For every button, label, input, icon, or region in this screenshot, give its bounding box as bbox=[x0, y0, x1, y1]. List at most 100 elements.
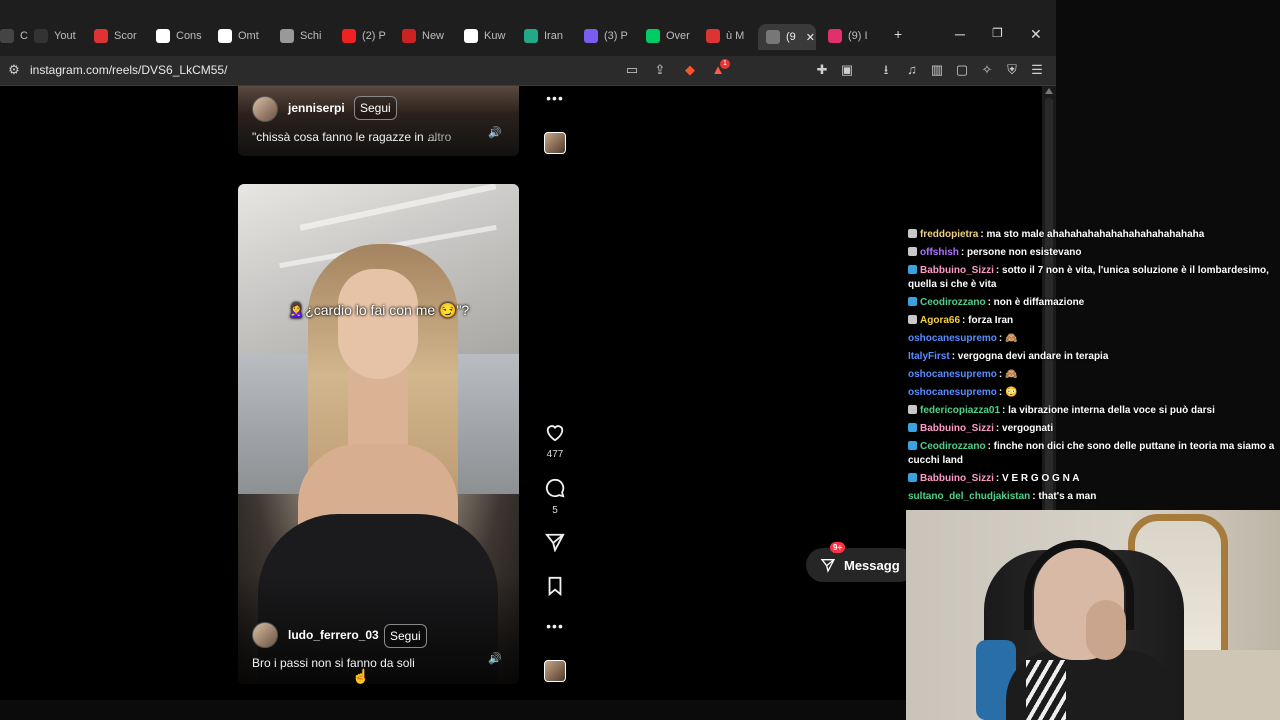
comment-button[interactable]: 5 bbox=[540, 478, 570, 516]
chat-username: offshish bbox=[920, 247, 959, 258]
tab-label: Schi bbox=[300, 30, 322, 42]
browser-tab[interactable]: (9 ✕ bbox=[758, 24, 816, 50]
chat-text: : that's a man bbox=[1032, 491, 1097, 502]
browser-tab[interactable]: ù M bbox=[706, 22, 758, 50]
reel-username[interactable]: jenniserpi bbox=[288, 101, 345, 115]
chat-message: freddopietra: ma sto male ahahahahahahah… bbox=[906, 226, 1280, 244]
like-count: 477 bbox=[546, 449, 564, 460]
tab-favicon-icon bbox=[766, 30, 780, 44]
browser-tab[interactable]: (3) P bbox=[584, 22, 636, 50]
chat-text: : persone non esistevano bbox=[960, 247, 1082, 258]
audio-thumbnail[interactable] bbox=[544, 132, 566, 154]
tab-favicon-icon bbox=[156, 29, 170, 43]
chat-username: sultano_del_chudjakistan bbox=[908, 491, 1031, 502]
reel-previous[interactable]: jenniserpi Segui "chissà cosa fanno le r… bbox=[238, 86, 519, 156]
tab-label: Cons bbox=[176, 30, 202, 42]
chat-message: ItalyFirst: vergogna devi andare in tera… bbox=[906, 348, 1280, 366]
sound-icon[interactable]: 🔊 bbox=[488, 652, 502, 666]
chat-message: sultano_del_chudjakistan: that's a man bbox=[906, 488, 1280, 506]
messages-button[interactable]: 9+ Messagg bbox=[806, 542, 916, 582]
instagram-reels-page: jenniserpi Segui "chissà cosa fanno le r… bbox=[0, 86, 1042, 700]
browser-tab[interactable]: Yout bbox=[34, 22, 86, 50]
browser-tab[interactable]: Schi bbox=[280, 22, 332, 50]
chat-username: federicopiazza01 bbox=[920, 405, 1001, 416]
comment-icon bbox=[545, 478, 565, 498]
scroll-up-icon[interactable] bbox=[1045, 88, 1053, 94]
tab-label: Omt bbox=[238, 30, 259, 42]
chat-badge-icon bbox=[908, 247, 917, 256]
chat-username: freddopietra bbox=[920, 229, 979, 240]
audio-thumbnail[interactable] bbox=[544, 660, 566, 682]
chat-badge-icon bbox=[908, 473, 917, 482]
wallet-icon[interactable]: ▢ bbox=[954, 62, 970, 78]
tab-favicon-icon bbox=[402, 29, 416, 43]
reel-username[interactable]: ludo_ferrero_03 bbox=[288, 628, 379, 642]
more-options-icon[interactable]: ••• bbox=[540, 618, 570, 634]
close-window-button[interactable]: ✕ bbox=[1030, 26, 1042, 43]
browser-tab[interactable]: Scor bbox=[94, 22, 146, 50]
tab-close-icon[interactable]: ✕ bbox=[806, 31, 815, 44]
screenshot-icon[interactable]: ▣ bbox=[839, 62, 855, 78]
chat-username: Agora66 bbox=[920, 315, 961, 326]
follow-button[interactable]: Segui bbox=[384, 624, 427, 648]
browser-tab[interactable]: Cons bbox=[156, 22, 208, 50]
browser-tab[interactable]: Omt bbox=[218, 22, 270, 50]
avatar[interactable] bbox=[252, 622, 278, 648]
tab-label: ù M bbox=[726, 30, 745, 42]
restore-button[interactable]: ❐ bbox=[992, 26, 1003, 40]
browser-tab[interactable]: Over bbox=[646, 22, 698, 50]
like-button[interactable]: 477 bbox=[540, 422, 570, 460]
browser-tab[interactable]: (9) I bbox=[828, 22, 880, 50]
comment-count: 5 bbox=[552, 505, 558, 516]
sidebar-icon[interactable]: ▥ bbox=[929, 62, 945, 78]
chat-username: Babbuino_Sizzi bbox=[920, 473, 994, 484]
chat-badge-icon bbox=[908, 441, 917, 450]
follow-button[interactable]: Segui bbox=[354, 96, 397, 120]
chat-text: : non è diffamazione bbox=[987, 297, 1085, 308]
chat-username: Babbuino_Sizzi bbox=[920, 423, 994, 434]
cast-icon[interactable]: ▭ bbox=[624, 62, 640, 78]
chat-badge-icon bbox=[908, 297, 917, 306]
chat-text: : ma sto male ahahahahahahahahahahahahah… bbox=[980, 229, 1205, 240]
new-tab-button[interactable]: + bbox=[894, 26, 902, 42]
site-settings-icon[interactable]: ⚙ bbox=[6, 62, 22, 78]
browser-tab[interactable]: Iran bbox=[524, 22, 576, 50]
send-icon bbox=[544, 533, 565, 553]
reel-video[interactable]: 🙎‍♀️¿cardio lo fai con me 😏"? ludo_ferre… bbox=[238, 184, 519, 684]
avatar[interactable] bbox=[252, 96, 278, 122]
chat-text: : 🙈 bbox=[998, 369, 1018, 380]
leo-ai-icon[interactable]: ✧ bbox=[979, 62, 995, 78]
vpn-icon[interactable]: ⛨ bbox=[1004, 62, 1020, 78]
chat-message: Ceodirozzano: non è diffamazione bbox=[906, 294, 1280, 312]
more-options-icon[interactable]: ••• bbox=[540, 90, 570, 106]
tab-favicon-icon bbox=[828, 29, 842, 43]
sound-icon[interactable]: 🔊 bbox=[488, 126, 502, 140]
brave-shield-icon[interactable]: ◆ bbox=[682, 62, 698, 78]
save-button[interactable] bbox=[540, 576, 570, 601]
hand-cursor-icon: ☝ bbox=[352, 668, 370, 684]
heart-icon bbox=[546, 425, 564, 442]
chat-text: : vergogna devi andare in terapia bbox=[951, 351, 1109, 362]
chat-message: Ceodirozzano: finche non dici che sono d… bbox=[906, 438, 1280, 470]
browser-tab[interactable]: (2) P bbox=[342, 22, 394, 50]
chat-message: Babbuino_Sizzi: V E R G O G N A bbox=[906, 470, 1280, 488]
browser-tab[interactable]: Kuw bbox=[464, 22, 516, 50]
more-link[interactable]: altro bbox=[428, 130, 451, 144]
media-icon[interactable]: ♫ bbox=[904, 62, 920, 78]
tab-favicon-icon bbox=[34, 29, 48, 43]
tab-favicon-icon bbox=[342, 29, 356, 43]
browser-tab[interactable]: New bbox=[402, 22, 454, 50]
share-icon[interactable]: ⇪ bbox=[652, 62, 668, 78]
extensions-icon[interactable]: ✚ bbox=[814, 62, 830, 78]
menu-icon[interactable]: ☰ bbox=[1029, 62, 1045, 78]
url-field[interactable]: instagram.com/reels/DVS6_LkCM55/ bbox=[30, 63, 227, 77]
share-button[interactable] bbox=[540, 532, 570, 557]
tab-label: (9 bbox=[786, 31, 796, 43]
chat-message: Babbuino_Sizzi: vergognati bbox=[906, 420, 1280, 438]
chat-text: : 😳 bbox=[998, 387, 1018, 398]
minimize-button[interactable]: ─ bbox=[955, 26, 965, 42]
download-icon[interactable]: ⭳ bbox=[878, 62, 894, 78]
tab-label: C bbox=[20, 30, 28, 42]
chat-username: ItalyFirst bbox=[908, 351, 950, 362]
video-overlay-text: 🙎‍♀️¿cardio lo fai con me 😏"? bbox=[287, 302, 470, 318]
